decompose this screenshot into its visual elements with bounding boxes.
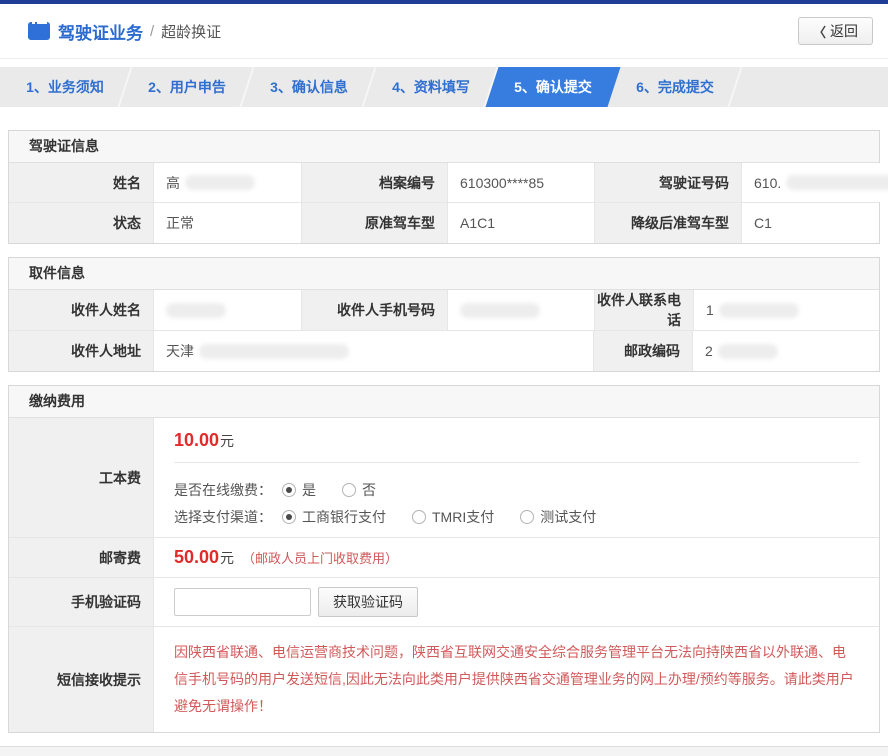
postal-code-value: 2 — [693, 331, 879, 371]
tab-step-2[interactable]: 2、用户申告 — [126, 67, 248, 107]
radio-channel-tmri[interactable]: TMRI支付 — [412, 507, 494, 527]
postage-fee-label: 邮寄费 — [9, 538, 154, 577]
production-fee-row: 工本费 10.00 元 是否在线缴费： 是 否 — [9, 418, 879, 538]
name-value: 高 — [154, 163, 302, 202]
redacted-blur — [199, 344, 349, 359]
tab-step-4[interactable]: 4、资料填写 — [370, 67, 492, 107]
captcha-input[interactable] — [174, 588, 311, 616]
license-number-value: 610. — [742, 163, 888, 202]
file-number-value: 610300****85 — [448, 163, 595, 202]
step-tabs: 1、业务须知 2、用户申告 3、确认信息 4、资料填写 5、确认提交 6、完成提… — [0, 67, 888, 107]
fees-section-title: 缴纳费用 — [9, 386, 879, 418]
get-captcha-button[interactable]: 获取验证码 — [318, 587, 418, 617]
status-value: 正常 — [154, 203, 302, 243]
tab-step-3[interactable]: 3、确认信息 — [248, 67, 370, 107]
recipient-mobile-value — [448, 290, 595, 330]
table-row: 状态 正常 原准驾车型 A1C1 降级后准驾车型 C1 — [9, 203, 879, 243]
sms-notice-text: 因陕西省联通、电信运营商技术问题，陕西省互联网交通安全综合服务管理平台无法向持陕… — [174, 639, 859, 720]
original-class-label: 原准驾车型 — [302, 203, 448, 243]
redacted-blur — [460, 303, 540, 318]
radio-selected-icon — [282, 510, 296, 524]
sms-notice-row: 短信接收提示 因陕西省联通、电信运营商技术问题，陕西省互联网交通安全综合服务管理… — [9, 627, 879, 732]
recipient-mobile-label: 收件人手机号码 — [302, 290, 448, 330]
footer-bar: 上一步 完成 — [0, 746, 888, 756]
radio-channel-test[interactable]: 测试支付 — [520, 507, 596, 527]
recipient-name-value — [154, 290, 302, 330]
original-class-value: A1C1 — [448, 203, 595, 243]
postage-fee-value: 50.00 元 （邮政人员上门收取费用） — [154, 538, 879, 577]
radio-unselected-icon — [342, 483, 356, 497]
postage-fee-amount: 50.00 — [174, 547, 219, 568]
production-fee-label: 工本费 — [9, 418, 154, 537]
postal-code-label: 邮政编码 — [594, 331, 693, 371]
breadcrumb-separator: / — [150, 23, 154, 40]
sms-notice-value: 因陕西省联通、电信运营商技术问题，陕西省互联网交通安全综合服务管理平台无法向持陕… — [154, 627, 879, 732]
license-info-section: 驾驶证信息 姓名 高 档案编号 610300****85 驾驶证号码 610. … — [8, 130, 880, 244]
recipient-phone-value: 1 — [694, 290, 879, 330]
payment-channel-question: 选择支付渠道： — [174, 507, 272, 527]
postage-fee-unit: 元 — [220, 548, 234, 568]
table-row: 姓名 高 档案编号 610300****85 驾驶证号码 610. — [9, 163, 879, 203]
captcha-row: 手机验证码 获取验证码 — [9, 578, 879, 627]
production-fee-unit: 元 — [220, 431, 234, 451]
postage-fee-row: 邮寄费 50.00 元 （邮政人员上门收取费用） — [9, 538, 879, 578]
list-icon — [28, 22, 50, 40]
divider — [174, 462, 859, 463]
captcha-value: 获取验证码 — [154, 578, 879, 626]
online-payment-question: 是否在线缴费： — [174, 480, 272, 500]
tab-step-6[interactable]: 6、完成提交 — [614, 67, 736, 107]
downgraded-class-value: C1 — [742, 203, 879, 243]
tab-step-1[interactable]: 1、业务须知 — [4, 67, 126, 107]
recipient-name-label: 收件人姓名 — [9, 290, 154, 330]
tab-step-5-active[interactable]: 5、确认提交 — [492, 67, 614, 107]
pickup-section-title: 取件信息 — [9, 258, 879, 290]
payment-channel-question-row: 选择支付渠道： 工商银行支付 TMRI支付 测试支付 — [174, 507, 622, 527]
page-header: 驾驶证业务 / 超龄换证 〈 返回 — [0, 4, 888, 59]
production-fee-amount: 10.00 — [174, 430, 219, 451]
license-section-title: 驾驶证信息 — [9, 131, 879, 163]
redacted-blur — [185, 175, 255, 190]
table-row: 收件人地址 天津 邮政编码 2 — [9, 331, 879, 371]
redacted-blur — [166, 303, 226, 318]
file-number-label: 档案编号 — [302, 163, 448, 202]
pickup-info-section: 取件信息 收件人姓名 收件人手机号码 收件人联系电话 1 收件人地址 天津 邮政… — [8, 257, 880, 372]
production-fee-value: 10.00 元 是否在线缴费： 是 否 选择支付渠道： — [154, 418, 879, 537]
table-row: 收件人姓名 收件人手机号码 收件人联系电话 1 — [9, 290, 879, 331]
captcha-label: 手机验证码 — [9, 578, 154, 626]
page-title: 驾驶证业务 — [58, 19, 143, 44]
license-number-label: 驾驶证号码 — [595, 163, 742, 202]
radio-selected-icon — [282, 483, 296, 497]
back-button-label: 返回 — [830, 21, 858, 41]
radio-online-yes[interactable]: 是 — [282, 480, 316, 500]
recipient-address-value: 天津 — [154, 331, 594, 371]
online-payment-question-row: 是否在线缴费： 是 否 — [174, 480, 402, 500]
redacted-blur — [719, 303, 799, 318]
status-label: 状态 — [9, 203, 154, 243]
recipient-phone-label: 收件人联系电话 — [595, 290, 694, 330]
radio-unselected-icon — [412, 510, 426, 524]
downgraded-class-label: 降级后准驾车型 — [595, 203, 742, 243]
back-button[interactable]: 〈 返回 — [798, 17, 873, 45]
radio-channel-icbc[interactable]: 工商银行支付 — [282, 507, 386, 527]
redacted-blur — [786, 175, 888, 190]
breadcrumb-current: 超龄换证 — [161, 21, 221, 42]
postage-fee-note: （邮政人员上门收取费用） — [242, 548, 398, 567]
sms-notice-label: 短信接收提示 — [9, 627, 154, 732]
fees-section: 缴纳费用 工本费 10.00 元 是否在线缴费： 是 否 — [8, 385, 880, 733]
recipient-address-label: 收件人地址 — [9, 331, 154, 371]
redacted-blur — [718, 344, 778, 359]
chevron-left-icon: 〈 — [813, 22, 826, 41]
radio-unselected-icon — [520, 510, 534, 524]
name-label: 姓名 — [9, 163, 154, 202]
radio-online-no[interactable]: 否 — [342, 480, 376, 500]
